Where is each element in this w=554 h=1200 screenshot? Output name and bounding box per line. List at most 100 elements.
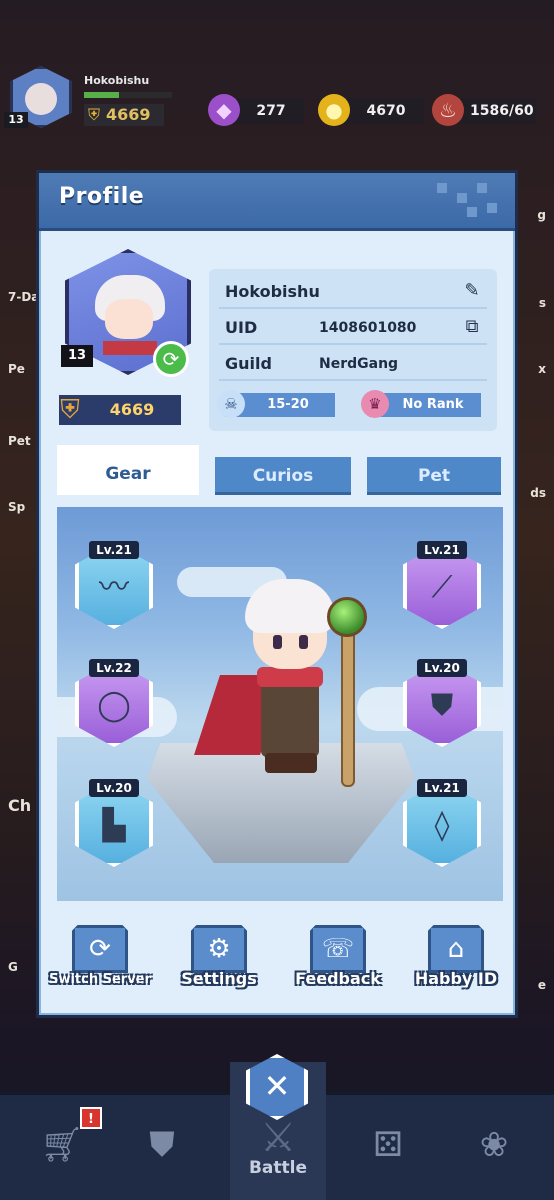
rank-range-value: 15-20 <box>267 397 309 412</box>
guild-label: Guild <box>225 354 272 373</box>
pet-tab[interactable]: ❀ <box>462 1113 526 1177</box>
slot-level: Lv.21 <box>89 541 139 559</box>
portrait-face <box>105 299 153 339</box>
power-value: 4669 <box>106 105 151 124</box>
gear-slot-armor[interactable]: ⛊ Lv.20 <box>403 659 481 747</box>
meat-icon: ♨ <box>432 94 464 126</box>
gem-value: 277 <box>256 103 286 119</box>
slot-level: Lv.21 <box>417 541 467 559</box>
gear-slot-scarf[interactable]: 〰 Lv.21 <box>75 541 153 629</box>
top-status-bar: 13 Hokobishu ⛨ 4669 ◆ 277 ● 4670 ♨ 1586/… <box>0 60 554 130</box>
settings-button[interactable]: ⚙ Settings <box>164 925 274 1001</box>
profile-power-value: 4669 <box>109 400 155 419</box>
staff-icon: ⟋ <box>431 570 453 605</box>
dice-tab[interactable]: ⚄ <box>356 1113 420 1177</box>
gem-icon: ◆ <box>208 94 240 126</box>
coin-value: 4670 <box>366 103 406 119</box>
tab-gear[interactable]: Gear <box>57 445 199 495</box>
slot-level: Lv.21 <box>417 779 467 797</box>
coin-icon: ● <box>318 94 350 126</box>
staff-orb <box>327 597 367 637</box>
dice-icon: ⚄ <box>373 1125 403 1165</box>
gear-slot-necklace[interactable]: ◊ Lv.21 <box>403 779 481 867</box>
battle-label: Battle <box>248 1158 308 1178</box>
header-decoration <box>437 183 501 219</box>
feedback-button[interactable]: ☏ Feedback <box>283 925 393 1001</box>
modal-title: Profile <box>59 184 145 209</box>
chat-icon: ☏ <box>310 925 366 973</box>
modal-header: Profile <box>39 173 515 231</box>
feedback-label: Feedback <box>295 969 381 988</box>
coin-counter[interactable]: ● 4670 <box>318 94 424 126</box>
player-name: Hokobishu <box>84 74 150 87</box>
hero-scarf <box>257 667 323 687</box>
gear-slot-staff[interactable]: ⟋ Lv.21 <box>403 541 481 629</box>
ring-icon: ◯ <box>97 688 131 723</box>
stamina-value: 1586/60 <box>470 103 534 119</box>
skull-icon: ☠ <box>217 390 245 418</box>
side-label: s <box>538 296 546 310</box>
copy-icon[interactable]: ⧉ <box>461 316 483 338</box>
side-label: Pe <box>8 362 25 376</box>
side-label: e <box>537 978 546 992</box>
equipment-tab[interactable]: ⛊ <box>130 1113 194 1177</box>
slot-level: Lv.20 <box>417 659 467 677</box>
gear-slot-ring[interactable]: ◯ Lv.22 <box>75 659 153 747</box>
player-name-value: Hokobishu <box>225 282 320 301</box>
change-avatar-icon[interactable]: ⟳ <box>153 341 189 377</box>
boots-icon: ▙ <box>102 808 126 843</box>
close-icon: ✕ <box>263 1067 291 1105</box>
rank-range-pill: ☠ 15-20 <box>217 390 335 418</box>
slot-level: Lv.22 <box>89 659 139 677</box>
hero-eye <box>273 635 282 649</box>
gear-slot-boots[interactable]: ▙ Lv.20 <box>75 779 153 867</box>
notification-badge: ! <box>80 1107 102 1129</box>
uid-value: 1408601080 <box>319 320 417 336</box>
stamina-counter[interactable]: ♨ 1586/60 <box>432 94 536 126</box>
profile-power: ⛨ 4669 <box>59 395 181 425</box>
profile-info-card: Hokobishu ✎ UID 1408601080 ⧉ Guild NerdG… <box>209 269 497 431</box>
gear-scene: 〰 Lv.21 ◯ Lv.22 ▙ Lv.20 ⟋ Lv.21 ⛊ Lv.20 … <box>57 507 503 901</box>
armor-icon: ⛊ <box>430 688 454 723</box>
hero-boots <box>265 753 317 773</box>
shield-icon: ⛨ <box>87 105 100 124</box>
settings-label: Settings <box>181 969 257 988</box>
name-row: Hokobishu ✎ <box>219 275 487 309</box>
habby-id-button[interactable]: ⌂ Habby ID <box>401 925 511 1001</box>
paw-icon: ❀ <box>479 1125 509 1165</box>
switch-server-button[interactable]: ⟳ Switch Server <box>45 925 155 1001</box>
side-label: G <box>8 960 18 974</box>
gem-counter[interactable]: ◆ 277 <box>208 94 304 126</box>
uid-row: UID 1408601080 ⧉ <box>219 311 487 345</box>
side-label: Ch <box>8 796 32 815</box>
shield-icon: ⛨ <box>60 395 80 425</box>
switch-server-label: Switch Server <box>49 972 151 987</box>
armor-icon: ⛊ <box>149 1125 175 1165</box>
side-label: Sp <box>8 500 26 514</box>
crossed-swords-icon: ⚔ <box>260 1115 296 1161</box>
profile-level-badge: 13 <box>61 345 93 367</box>
necklace-icon: ◊ <box>434 808 450 843</box>
refresh-icon: ⟳ <box>72 925 128 973</box>
hero-body <box>261 675 319 757</box>
side-label: ds <box>530 486 546 500</box>
power-display: ⛨ 4669 <box>84 104 164 126</box>
slot-level: Lv.20 <box>89 779 139 797</box>
crown-icon: ♛ <box>361 390 389 418</box>
side-label: g <box>537 208 546 222</box>
player-level-badge: 13 <box>4 112 28 128</box>
profile-modal: Profile 13 ⟳ ⛨ 4669 Hokobishu ✎ UID 1408… <box>36 170 518 1018</box>
rank-tier-pill: ♛ No Rank <box>361 390 481 418</box>
id-icon: ⌂ <box>428 925 484 973</box>
guild-row: Guild NerdGang <box>219 347 487 381</box>
portrait-scarf <box>103 341 157 355</box>
hero-hair <box>245 579 335 633</box>
edit-icon[interactable]: ✎ <box>461 280 483 302</box>
tab-pet[interactable]: Pet <box>367 457 501 495</box>
side-label: Pet <box>8 434 31 448</box>
scarf-icon: 〰 <box>99 570 129 605</box>
xp-bar-fill <box>84 92 120 98</box>
habby-id-label: Habby ID <box>414 969 498 988</box>
tab-curios[interactable]: Curios <box>215 457 351 495</box>
xp-bar <box>84 92 172 98</box>
